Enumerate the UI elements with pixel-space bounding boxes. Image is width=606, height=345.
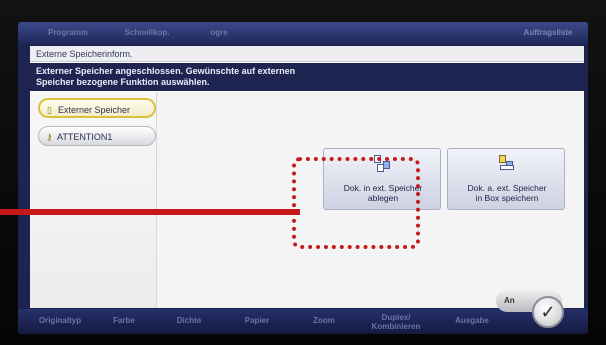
top-tab-bar: Programm Schnellkop. ogre Auftragsliste <box>18 22 588 44</box>
tab-paper[interactable]: Papier <box>234 316 280 334</box>
dialog-title: Externe Speicherinform. <box>30 46 584 62</box>
tab-program[interactable]: Programm <box>40 25 96 41</box>
highlight-pointer <box>0 209 300 215</box>
tab-output[interactable]: Ausgabe <box>446 316 498 334</box>
ok-label: An <box>504 296 515 305</box>
checkmark-icon[interactable]: ✓ <box>532 296 564 328</box>
save-to-box-icon <box>498 155 516 173</box>
sidebar-item-external-memory[interactable]: ▯ Externer Speicher <box>38 98 156 118</box>
tab-color[interactable]: Farbe <box>104 316 144 334</box>
tab-duplex[interactable]: Duplex/ Kombinieren <box>358 313 434 333</box>
function-label: Dok. a. ext. Speicher in Box speichern <box>467 183 547 203</box>
tab-density[interactable]: Dichte <box>166 316 212 334</box>
sidebar-item-label: Externer Speicher <box>58 105 131 115</box>
key-icon: ⚷ <box>46 132 53 142</box>
sidebar-item-label: ATTENTION1 <box>57 132 113 142</box>
tab-zoom[interactable]: Zoom <box>304 316 344 334</box>
highlight-frame <box>292 157 420 249</box>
dialog-message: Externer Speicher angeschlossen. Gewünsc… <box>30 63 584 91</box>
tab-third[interactable]: ogre <box>204 25 234 41</box>
side-panel: ▯ Externer Speicher ⚷ ATTENTION1 <box>30 92 156 308</box>
tab-original-type[interactable]: Originaltyp <box>32 316 88 334</box>
usb-drive-icon: ▯ <box>47 105 52 115</box>
bottom-tab-bar: Originaltyp Farbe Dichte Papier Zoom Dup… <box>18 309 588 334</box>
dialog-message-line-2: Speicher bezogene Funktion auswählen. <box>36 77 210 87</box>
sidebar-item-attention1[interactable]: ⚷ ATTENTION1 <box>38 126 156 146</box>
dialog-message-line-1: Externer Speicher angeschlossen. Gewünsc… <box>36 66 296 76</box>
save-to-box-button[interactable]: Dok. a. ext. Speicher in Box speichern <box>447 148 565 210</box>
tab-quick-copy[interactable]: Schnellkop. <box>114 25 180 41</box>
tab-job-list[interactable]: Auftragsliste <box>512 25 584 41</box>
